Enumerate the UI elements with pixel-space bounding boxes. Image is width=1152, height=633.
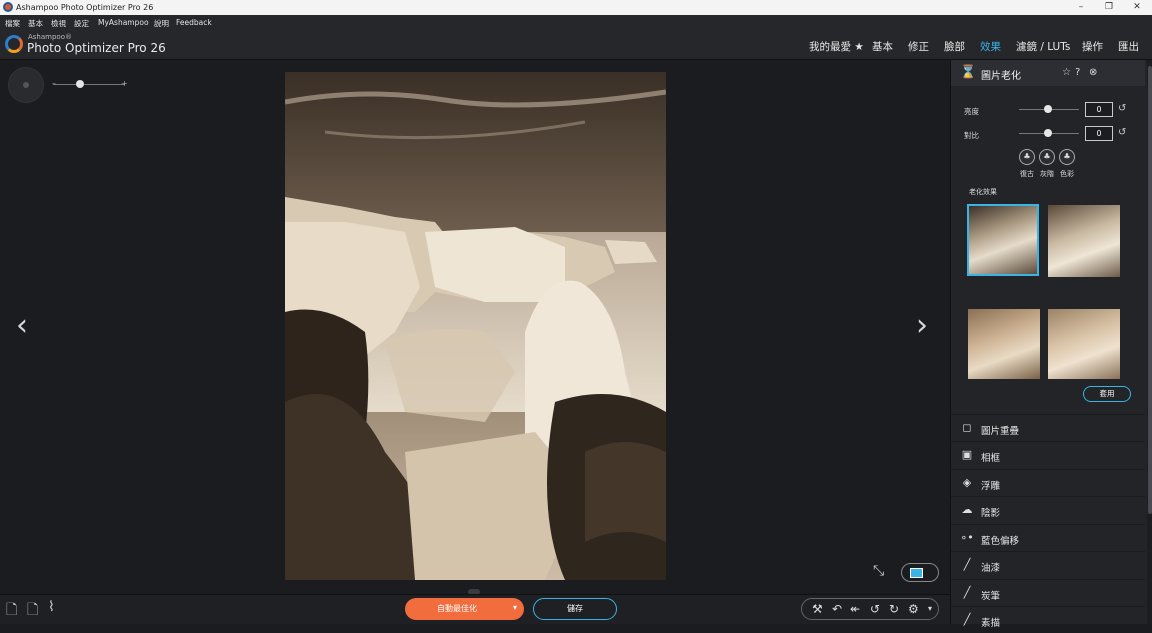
add-folder-icon[interactable]: 🗋 bbox=[27, 599, 38, 623]
effect-blue-shift[interactable]: ∘• 藍色偏移 bbox=[951, 524, 1145, 551]
auto-optimize-label: 自動最佳化 bbox=[437, 604, 477, 613]
effect-image-overlay[interactable]: ◻ 圖片重疊 bbox=[951, 414, 1145, 441]
undo-icon[interactable]: ↶ bbox=[832, 602, 842, 616]
maximize-button[interactable]: ❐ bbox=[1096, 1, 1122, 14]
effect-sketch[interactable]: ╱ 素描 bbox=[951, 606, 1145, 633]
menu-settings[interactable]: 設定 bbox=[74, 18, 89, 29]
panel-scrollbar[interactable] bbox=[1147, 60, 1152, 624]
tab-filters-luts[interactable]: 濾鏡 / LUTs bbox=[1016, 39, 1070, 54]
aging-thumbnail-2[interactable] bbox=[1048, 205, 1120, 277]
clean-brush-icon[interactable]: ⌇ bbox=[48, 599, 55, 615]
brand-name: Photo Optimizer Pro 26 bbox=[27, 41, 166, 55]
view-mode-toggle[interactable] bbox=[901, 563, 939, 582]
hourglass-icon: ⌛ bbox=[960, 65, 977, 80]
tools-dropdown-icon[interactable]: ▾ bbox=[928, 604, 932, 613]
effect-oil-paint[interactable]: ╱ 油漆 bbox=[951, 551, 1145, 578]
rotate-left-icon[interactable]: ↺ bbox=[870, 602, 880, 616]
brand-small: Ashampoo® bbox=[28, 33, 72, 41]
preset-vintage-icon[interactable]: ♣ bbox=[1019, 149, 1035, 165]
panel-scroll-thumb[interactable] bbox=[1148, 66, 1152, 514]
frame-icon: ▣ bbox=[961, 448, 973, 461]
close-window-button[interactable]: ✕ bbox=[1124, 1, 1150, 14]
auto-optimize-button[interactable]: 自動最佳化 ▾ bbox=[405, 598, 524, 620]
next-image-icon[interactable]: › bbox=[916, 308, 928, 343]
view-mode-icon bbox=[910, 568, 923, 578]
preset-grayscale-label: 灰階 bbox=[1040, 170, 1054, 178]
edit-tools-group: ⚒ ↶ ↞ ↺ ↻ ⚙ ▾ bbox=[801, 598, 939, 620]
tab-export[interactable]: 匯出 bbox=[1118, 39, 1139, 54]
minimize-button[interactable]: – bbox=[1068, 1, 1094, 14]
window-title: Ashampoo Photo Optimizer Pro 26 bbox=[16, 3, 154, 12]
magic-wand-icon[interactable]: ⚒ bbox=[812, 602, 823, 616]
tab-face[interactable]: 臉部 bbox=[944, 39, 965, 54]
save-button[interactable]: 儲存 bbox=[533, 598, 617, 620]
panel-header: ⌛ 圖片老化 ☆ ? ⊗ bbox=[951, 60, 1145, 86]
brush-icon: ╱ bbox=[963, 558, 971, 571]
image-overlay-icon: ◻ bbox=[962, 421, 972, 434]
menu-view[interactable]: 檢視 bbox=[51, 18, 66, 29]
help-icon[interactable]: ? bbox=[1075, 67, 1080, 78]
star-icon[interactable]: ☆ bbox=[1062, 67, 1071, 78]
tab-effects[interactable]: 效果 bbox=[980, 39, 1001, 54]
app-icon bbox=[3, 2, 13, 12]
brightness-label: 亮度 bbox=[964, 107, 979, 116]
reset-contrast-icon[interactable]: ↺ bbox=[1118, 127, 1126, 138]
fit-compress-icon[interactable]: ⤡ bbox=[873, 563, 884, 579]
ashampoo-logo-icon bbox=[5, 35, 23, 53]
settings-gear-icon[interactable]: ⚙ bbox=[908, 602, 919, 616]
tab-correct[interactable]: 修正 bbox=[908, 39, 929, 54]
aging-effects-label: 老化效果 bbox=[969, 188, 997, 196]
auto-optimize-dropdown-icon[interactable]: ▾ bbox=[513, 603, 517, 612]
zoom-in-icon[interactable]: + bbox=[121, 79, 128, 88]
effect-emboss[interactable]: ◈ 浮雕 bbox=[951, 469, 1145, 496]
preset-color-label: 色彩 bbox=[1060, 170, 1074, 178]
effect-shadow[interactable]: ☁ 陰影 bbox=[951, 496, 1145, 523]
effects-panel: ⌛ 圖片老化 ☆ ? ⊗ 亮度 0 ↺ 對比 0 ↺ ♣ ♣ ♣ 復古 灰階 色… bbox=[950, 60, 1152, 629]
app-header: Ashampoo® Photo Optimizer Pro 26 我的最愛 ★ … bbox=[0, 31, 1152, 60]
tab-favorites[interactable]: 我的最愛 ★ bbox=[809, 39, 864, 54]
contrast-value-input[interactable]: 0 bbox=[1085, 126, 1113, 141]
brightness-slider-handle[interactable] bbox=[1044, 105, 1052, 113]
zoom-slider[interactable] bbox=[53, 84, 125, 85]
preset-color-icon[interactable]: ♣ bbox=[1059, 149, 1075, 165]
rotate-right-icon[interactable]: ↻ bbox=[889, 602, 899, 616]
aging-thumbnail-4[interactable] bbox=[1048, 309, 1120, 379]
add-file-icon[interactable]: 🗋 bbox=[6, 599, 17, 623]
reset-brightness-icon[interactable]: ↺ bbox=[1118, 103, 1126, 114]
menu-file[interactable]: 檔案 bbox=[5, 18, 20, 29]
title-bar: Ashampoo Photo Optimizer Pro 26 – ❐ ✕ bbox=[0, 0, 1152, 15]
close-icon[interactable]: ⊗ bbox=[1089, 67, 1097, 78]
sketch-pencil-icon: ╱ bbox=[963, 613, 971, 626]
emboss-icon: ◈ bbox=[962, 476, 972, 489]
menu-basic[interactable]: 基本 bbox=[28, 18, 43, 29]
panel-title: 圖片老化 bbox=[981, 71, 1021, 82]
effect-frame[interactable]: ▣ 相框 bbox=[951, 441, 1145, 468]
preset-grayscale-icon[interactable]: ♣ bbox=[1039, 149, 1055, 165]
cloud-shadow-icon: ☁ bbox=[961, 503, 973, 516]
tab-operations[interactable]: 操作 bbox=[1082, 39, 1103, 54]
brightness-value-input[interactable]: 0 bbox=[1085, 102, 1113, 117]
apply-button[interactable]: 套用 bbox=[1083, 386, 1131, 402]
menu-feedback[interactable]: Feedback bbox=[176, 18, 212, 27]
undo-all-icon[interactable]: ↞ bbox=[850, 602, 860, 616]
photo-preview bbox=[285, 72, 666, 580]
effect-charcoal[interactable]: ╱ 炭筆 bbox=[951, 579, 1145, 606]
contrast-label: 對比 bbox=[964, 131, 979, 140]
menu-help[interactable]: 說明 bbox=[154, 18, 169, 29]
tab-basic[interactable]: 基本 bbox=[872, 39, 893, 54]
pan-navigator-icon[interactable] bbox=[8, 67, 44, 103]
zoom-slider-handle[interactable] bbox=[76, 80, 84, 88]
previous-image-icon[interactable]: ‹ bbox=[16, 308, 28, 343]
charcoal-pencil-icon: ╱ bbox=[963, 586, 971, 599]
blue-shift-icon: ∘• bbox=[960, 531, 974, 544]
aging-thumbnail-3[interactable] bbox=[968, 309, 1040, 379]
menu-myashampoo[interactable]: MyAshampoo bbox=[98, 18, 149, 27]
preset-vintage-label: 復古 bbox=[1020, 170, 1034, 178]
aging-thumbnail-1[interactable] bbox=[967, 204, 1039, 276]
contrast-slider-handle[interactable] bbox=[1044, 129, 1052, 137]
menu-bar: 檔案 基本 檢視 設定 MyAshampoo 說明 Feedback bbox=[0, 15, 1152, 31]
